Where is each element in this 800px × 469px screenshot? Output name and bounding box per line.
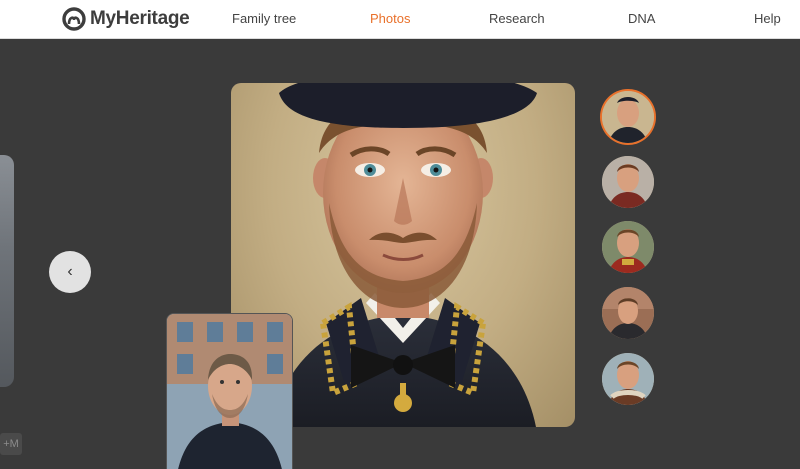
- nav-family-tree[interactable]: Family tree: [232, 11, 296, 26]
- thumbnail-red-jacket-portrait[interactable]: [602, 156, 654, 208]
- myheritage-logo[interactable]: MyHeritage: [62, 6, 190, 32]
- thumbnail-red-jacket-portrait-image: [602, 156, 654, 208]
- original-photo-illustration: [167, 314, 292, 469]
- thumbnail-military-portrait[interactable]: [602, 91, 654, 143]
- thumbnail-street-portrait-image: [602, 287, 654, 339]
- logo-text: MyHeritage: [90, 8, 190, 29]
- previous-photo-card[interactable]: [0, 155, 14, 387]
- nav-dna[interactable]: DNA: [628, 11, 655, 26]
- thumbnail-fur-collar-portrait[interactable]: [602, 353, 654, 405]
- previous-button[interactable]: ‹: [49, 251, 91, 293]
- thumbnail-fur-collar-portrait-image: [602, 353, 654, 405]
- thumbnail-red-uniform-portrait-image: [602, 221, 654, 273]
- photo-viewer-stage: +M ‹: [0, 40, 800, 469]
- myheritage-logo-icon: [62, 7, 86, 31]
- top-navigation-bar: MyHeritage Family tree Photos Research D…: [0, 0, 800, 39]
- chevron-left-icon: ‹: [67, 263, 73, 280]
- previous-photo-badge: +M: [0, 433, 22, 455]
- thumbnail-red-uniform-portrait[interactable]: [602, 221, 654, 273]
- original-photo-inset: [166, 313, 293, 469]
- nav-research[interactable]: Research: [489, 11, 545, 26]
- thumbnail-military-portrait-image: [602, 91, 654, 143]
- thumbnail-street-portrait[interactable]: [602, 287, 654, 339]
- nav-help[interactable]: Help: [754, 11, 781, 26]
- nav-photos[interactable]: Photos: [370, 11, 410, 26]
